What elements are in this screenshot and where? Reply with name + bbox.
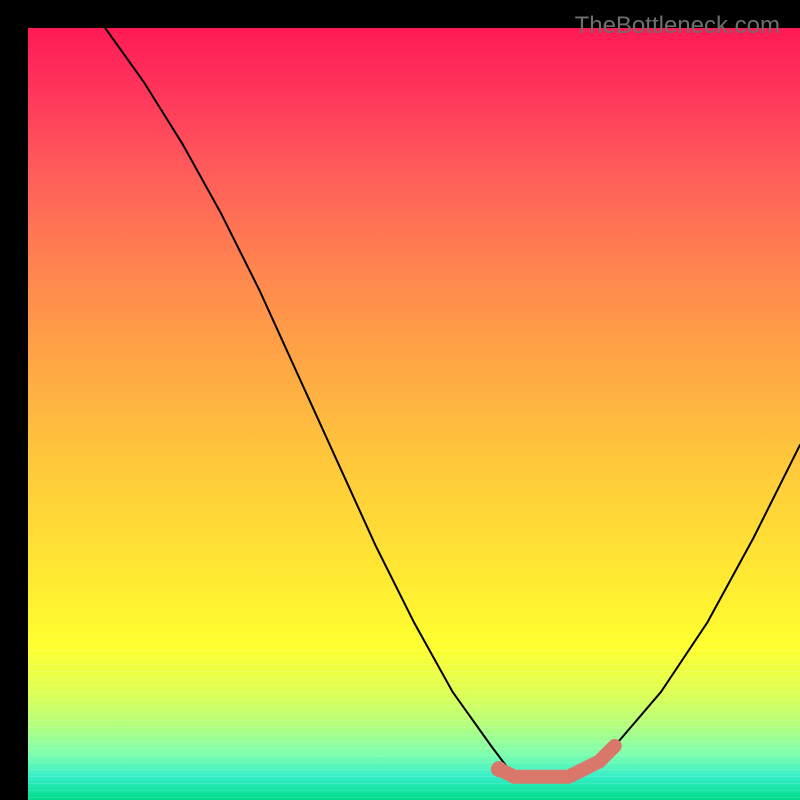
optimal-range-highlight <box>28 28 800 800</box>
chart-frame: TheBottleneck.com <box>14 14 786 786</box>
plot-area <box>28 28 800 800</box>
watermark-text: TheBottleneck.com <box>575 12 780 40</box>
